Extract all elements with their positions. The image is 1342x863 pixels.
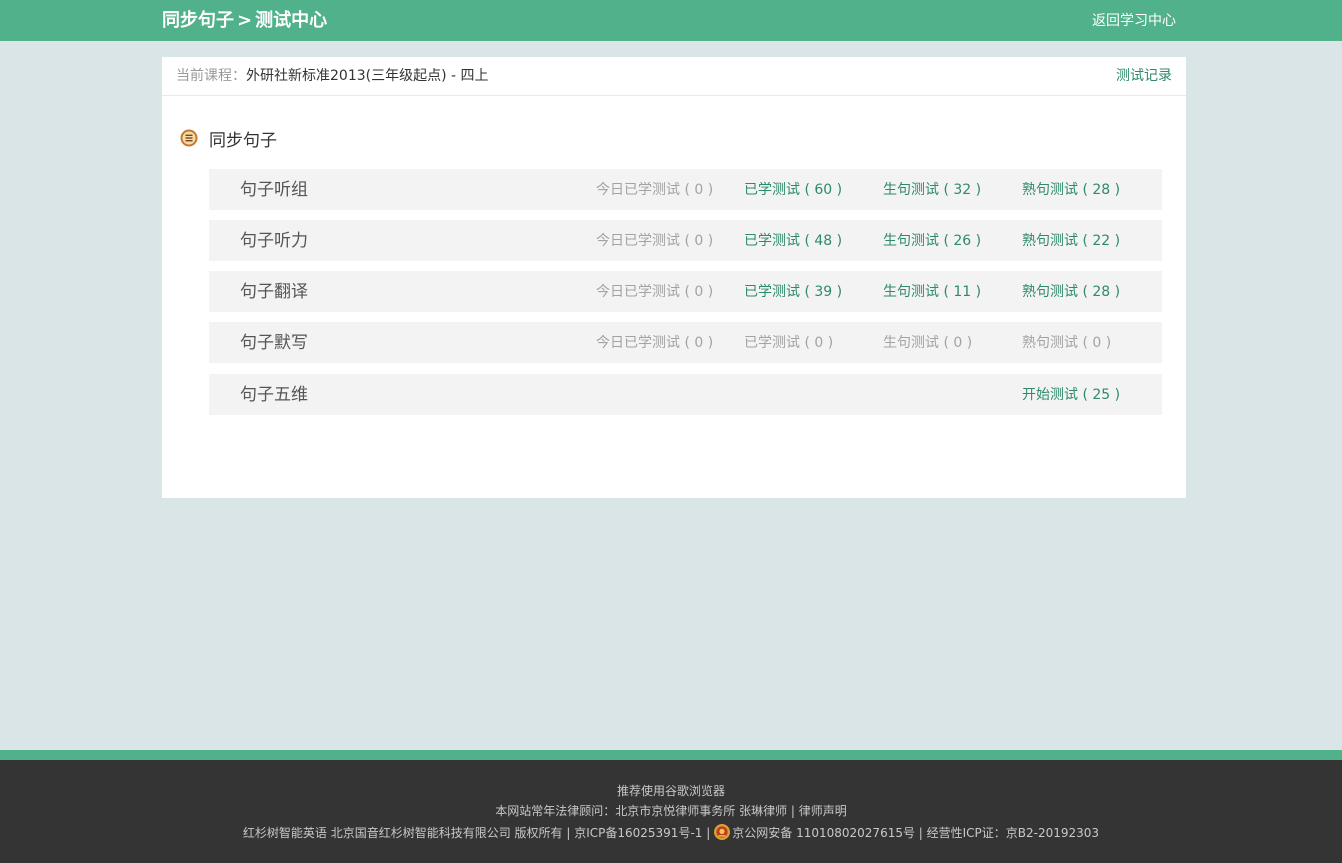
new-sentence-test-link: 生句测试 ( 0 ) — [883, 335, 973, 351]
learned-test-link[interactable]: 已学测试 ( 39 ) — [744, 283, 842, 301]
police-badge-icon — [714, 824, 731, 840]
today-learned-test-link: 今日已学测试 ( 0 ) — [596, 335, 714, 351]
test-row-listen-group: 句子听组 今日已学测试 ( 0 ) 已学测试 ( 60 ) 生句测试 ( 32 … — [209, 169, 1162, 210]
title-page: 测试中心 — [255, 10, 328, 31]
today-learned-test-link: 今日已学测试 ( 0 ) — [596, 182, 714, 198]
new-sentence-test-link[interactable]: 生句测试 ( 26 ) — [883, 232, 981, 250]
legal-counsel-line: 本网站常年法律顾问：北京市京悦律师事务所 张琳律师 | 律师声明 — [495, 804, 847, 818]
test-row-translation: 句子翻译 今日已学测试 ( 0 ) 已学测试 ( 39 ) 生句测试 ( 11 … — [209, 271, 1162, 312]
new-sentence-test-link[interactable]: 生句测试 ( 11 ) — [883, 283, 981, 301]
test-row-dictation: 句子默写 今日已学测试 ( 0 ) 已学测试 ( 0 ) 生句测试 ( 0 ) … — [209, 322, 1162, 363]
row-title: 句子五维 — [240, 385, 308, 405]
test-center-panel: 当前课程：外研社新标准2013(三年级起点) - 四上 测试记录 同步句子 句子… — [162, 57, 1186, 498]
familiar-sentence-test-link: 熟句测试 ( 0 ) — [1022, 335, 1112, 351]
test-row-listening: 句子听力 今日已学测试 ( 0 ) 已学测试 ( 48 ) 生句测试 ( 26 … — [209, 220, 1162, 261]
start-test-link[interactable]: 开始测试 ( 25 ) — [1022, 386, 1120, 404]
list-circle-icon — [180, 129, 198, 147]
familiar-sentence-test-link[interactable]: 熟句测试 ( 22 ) — [1022, 232, 1120, 250]
page-title: 同步句子 > 测试中心 — [162, 9, 327, 33]
row-title: 句子听组 — [240, 180, 308, 200]
test-row-five-dimension: 句子五维 开始测试 ( 25 ) — [209, 374, 1162, 415]
current-course-label: 当前课程： — [176, 68, 246, 84]
learned-test-link[interactable]: 已学测试 ( 48 ) — [744, 232, 842, 250]
title-separator: > — [237, 10, 253, 31]
test-record-link[interactable]: 测试记录 — [1116, 67, 1172, 85]
familiar-sentence-test-link[interactable]: 熟句测试 ( 28 ) — [1022, 283, 1120, 301]
learned-test-link[interactable]: 已学测试 ( 60 ) — [744, 181, 842, 199]
section-title: 同步句子 — [209, 131, 277, 151]
back-to-learning-center-link[interactable]: 返回学习中心 — [1092, 12, 1176, 30]
browser-recommendation: 推荐使用谷歌浏览器 — [616, 784, 725, 798]
row-title: 句子翻译 — [240, 282, 308, 302]
public-security-record-link[interactable]: 京公网安备 11010802027615号 | 经营性ICP证：京B2-2019… — [732, 826, 1099, 840]
current-course: 当前课程：外研社新标准2013(三年级起点) - 四上 — [176, 67, 489, 85]
copyright-text: 红杉树智能英语 北京国音红杉树智能科技有限公司 版权所有 | 京ICP备1602… — [242, 826, 711, 840]
today-learned-test-link: 今日已学测试 ( 0 ) — [596, 284, 714, 300]
current-course-value: 外研社新标准2013(三年级起点) - 四上 — [246, 68, 489, 84]
top-header: 同步句子 > 测试中心 返回学习中心 — [0, 0, 1342, 41]
learned-test-link: 已学测试 ( 0 ) — [744, 335, 834, 351]
familiar-sentence-test-link[interactable]: 熟句测试 ( 28 ) — [1022, 181, 1120, 199]
row-title: 句子听力 — [240, 231, 308, 251]
new-sentence-test-link[interactable]: 生句测试 ( 32 ) — [883, 181, 981, 199]
footer-accent-band — [0, 750, 1342, 760]
copyright-line: 红杉树智能英语 北京国音红杉树智能科技有限公司 版权所有 | 京ICP备1602… — [0, 823, 1342, 841]
title-section: 同步句子 — [162, 10, 234, 31]
today-learned-test-link: 今日已学测试 ( 0 ) — [596, 233, 714, 249]
row-title: 句子默写 — [240, 333, 308, 353]
course-bar: 当前课程：外研社新标准2013(三年级起点) - 四上 测试记录 — [162, 57, 1186, 96]
footer: 推荐使用谷歌浏览器 本网站常年法律顾问：北京市京悦律师事务所 张琳律师 | 律师… — [0, 760, 1342, 863]
